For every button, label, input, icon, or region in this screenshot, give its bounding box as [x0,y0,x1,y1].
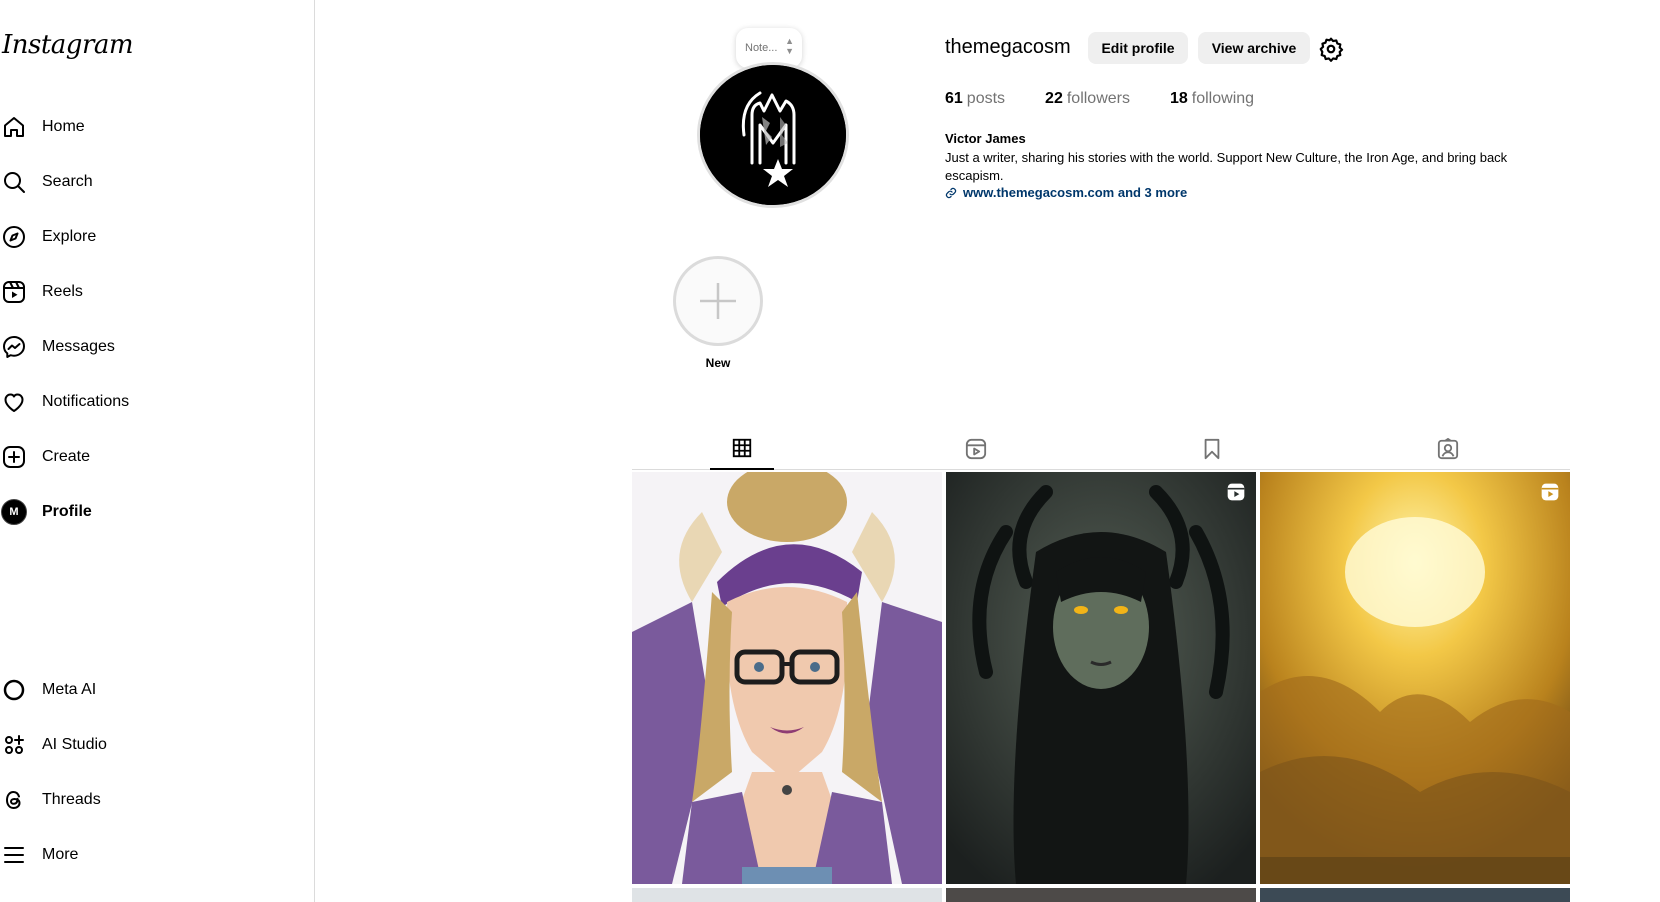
sidebar: Instagram Home Search Explore Reels Mess… [0,0,315,902]
post-image [632,472,942,884]
sidebar-item-label: Reels [42,283,83,300]
tab-saved[interactable] [1180,428,1244,470]
profile-avatar-wrap: M [0,498,28,526]
bookmark-icon [1204,438,1220,460]
sidebar-item-label: Home [42,118,85,135]
followers-count: 22 [1045,90,1063,107]
sidebar-item-label: Threads [42,791,101,808]
sidebar-item-meta-ai[interactable]: Meta AI [0,670,300,710]
following-label: following [1191,90,1255,107]
plus-icon [700,283,736,319]
new-highlight-button[interactable] [673,256,763,346]
compass-icon [0,223,28,251]
view-archive-button[interactable]: View archive [1198,32,1310,64]
link-icon [945,187,957,198]
post-tile[interactable] [632,472,942,884]
sidebar-item-label: Create [42,448,91,465]
sidebar-item-search[interactable]: Search [0,162,300,202]
profile-picture[interactable] [697,62,849,208]
settings-gear-icon[interactable] [1318,36,1344,62]
sidebar-item-messages[interactable]: Messages [0,327,300,367]
post-tile[interactable] [946,888,1256,902]
sidebar-item-threads[interactable]: Threads [0,780,300,820]
post-tile[interactable] [946,472,1256,884]
profile-tabs [632,428,1570,470]
sidebar-item-label: AI Studio [42,736,107,753]
sidebar-item-label: Explore [42,228,97,245]
following-count: 18 [1169,90,1188,107]
reel-badge-icon [1226,482,1246,507]
sidebar-item-ai-studio[interactable]: AI Studio [0,725,300,765]
followers-stat[interactable]: 22 followers [1045,90,1130,108]
ai-studio-icon [0,731,28,759]
sidebar-item-reels[interactable]: Reels [0,272,300,312]
heart-icon [0,388,28,416]
meta-ai-icon [0,676,28,704]
profile-bio: Just a writer, sharing his stories with … [945,150,1508,183]
post-tile[interactable] [1260,888,1570,902]
reel-badge-icon [1540,482,1560,507]
sidebar-item-home[interactable]: Home [0,107,300,147]
following-stat[interactable]: 18 following [1170,90,1254,108]
profile-stats: 61 posts 22 followers 18 following [945,90,1294,108]
posts-label: posts [966,90,1006,107]
profile-link-text: www.themegacosm.com and 3 more [963,185,1188,200]
edit-profile-button[interactable]: Edit profile [1088,32,1188,64]
home-icon [0,113,28,141]
profile-username: themegacosm [945,36,1071,58]
tab-posts[interactable] [710,428,774,470]
sidebar-item-label: Meta AI [42,681,97,698]
sidebar-item-more[interactable]: More [0,835,300,875]
sidebar-item-label: Notifications [42,393,130,410]
sidebar-item-notifications[interactable]: Notifications [0,382,300,422]
followers-label: followers [1066,90,1130,107]
sidebar-item-profile[interactable]: M Profile [0,492,300,532]
avatar: M [1,499,27,525]
hamburger-icon [0,841,28,869]
sidebar-item-create[interactable]: Create [0,437,300,477]
posts-grid [632,472,1570,902]
post-tile[interactable] [632,888,942,902]
search-icon [0,168,28,196]
sidebar-item-label: Profile [42,503,92,520]
posts-stat: 61 posts [945,90,1005,108]
tab-reels[interactable] [944,428,1008,470]
sidebar-item-label: Search [42,173,93,190]
threads-icon [0,786,28,814]
reels-icon [965,438,987,460]
plus-square-icon [0,443,28,471]
sidebar-item-explore[interactable]: Explore [0,217,300,257]
post-tile[interactable] [1260,472,1570,884]
instagram-logo[interactable]: Instagram [2,30,134,60]
tab-tagged[interactable] [1416,428,1480,470]
tagged-icon [1437,438,1459,460]
posts-count: 61 [945,90,963,107]
profile-full-name: Victor James [945,131,1026,146]
post-image [1260,472,1570,884]
sidebar-item-label: Messages [42,338,115,355]
post-image [946,472,1256,884]
grid-icon [732,438,752,458]
new-highlight-label: New [705,356,731,370]
sidebar-item-label: More [42,846,79,863]
profile-link[interactable]: www.themegacosm.com and 3 more [945,185,1187,200]
reels-icon [0,278,28,306]
messenger-icon [0,333,28,361]
note-scroll-icon: ▲ ▼ [785,36,794,56]
note-placeholder: Note... [745,42,778,54]
